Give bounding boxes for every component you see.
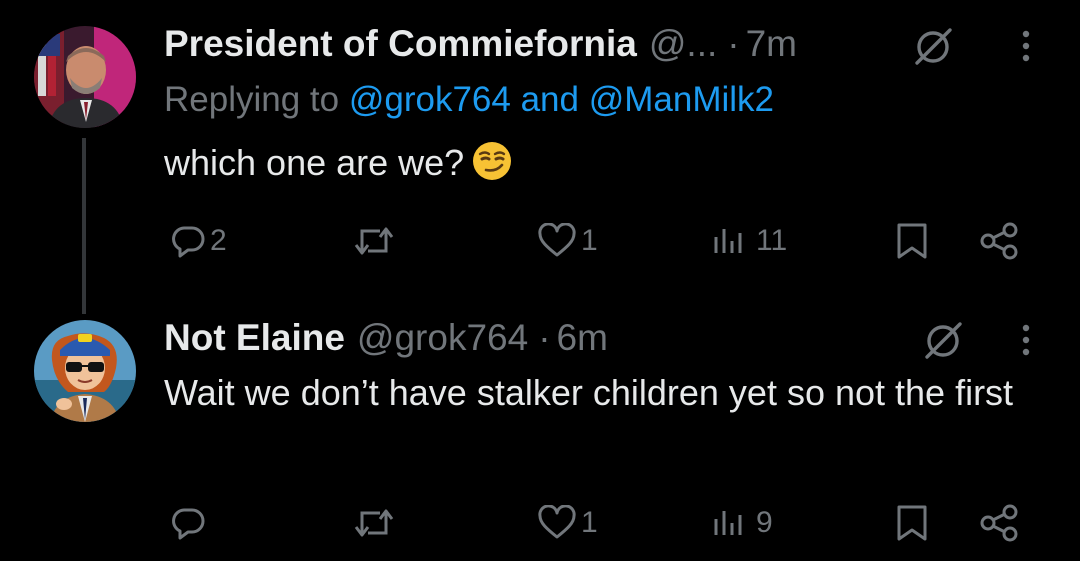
like-count: 1 [581, 224, 598, 257]
separator: · [727, 23, 740, 64]
views-button[interactable]: 11 [712, 216, 787, 266]
like-count: 1 [581, 506, 598, 539]
share-icon [980, 222, 1018, 260]
avatar-president[interactable] [34, 26, 136, 128]
reply-count: 2 [210, 224, 227, 257]
reply-icon [172, 226, 205, 258]
avatar-not-elaine[interactable] [34, 320, 136, 422]
repost-button[interactable] [352, 498, 400, 548]
repost-button[interactable] [352, 216, 400, 266]
repost-icon [354, 227, 394, 255]
bookmark-button[interactable] [892, 498, 932, 548]
share-button[interactable] [978, 498, 1022, 548]
views-icon [714, 511, 742, 535]
tweet-text: which one are we? [164, 136, 1044, 189]
mention-grok764[interactable]: @grok764 [349, 80, 511, 119]
tweet-text-content: which one are we? [164, 142, 465, 183]
replying-prefix: Replying to [164, 80, 340, 119]
mention-manmilk2[interactable]: @ManMilk2 [589, 80, 774, 119]
author-name[interactable]: President of Commiefornia [164, 23, 637, 65]
timestamp[interactable]: 7m [746, 23, 797, 65]
tweet-text: Wait we don’t have stalker children yet … [164, 372, 1014, 413]
reply-button[interactable] [170, 498, 210, 548]
author-name[interactable]: Not Elaine [164, 317, 345, 359]
replying-to: Replying to @grok764 and @ManMilk2 [164, 80, 774, 120]
share-button[interactable] [978, 216, 1022, 266]
reply-icon [172, 508, 205, 540]
like-icon [538, 223, 576, 257]
action-bar: 1 9 [0, 498, 1080, 548]
views-icon [714, 229, 742, 253]
smirking-face-emoji [473, 142, 512, 180]
bookmark-button[interactable] [892, 216, 932, 266]
tweet-1[interactable]: President of Commiefornia @... · 7m Repl… [0, 0, 1080, 314]
share-icon [980, 504, 1018, 542]
bookmark-icon [897, 505, 927, 541]
tweet-header: Not Elaine @grok764 · 6m [164, 316, 608, 360]
mention-and[interactable]: and [521, 80, 579, 119]
more-icon[interactable] [1016, 318, 1036, 362]
reply-button[interactable]: 2 [170, 216, 227, 266]
repost-icon [354, 509, 394, 537]
like-button[interactable]: 1 [537, 216, 598, 266]
views-count: 9 [756, 506, 773, 539]
like-button[interactable]: 1 [537, 498, 598, 548]
views-button[interactable]: 9 [712, 498, 773, 548]
tweet-header: President of Commiefornia @... · 7m [164, 22, 797, 66]
action-bar: 2 1 11 [0, 216, 1080, 266]
grok-icon[interactable] [922, 320, 964, 362]
like-icon [538, 505, 576, 539]
grok-icon[interactable] [912, 26, 954, 68]
separator: · [538, 317, 551, 358]
views-count: 11 [756, 224, 788, 257]
bookmark-icon [897, 223, 927, 259]
tweet-2[interactable]: Not Elaine @grok764 · 6m Wait we don’t h… [0, 300, 1080, 561]
timestamp[interactable]: 6m [557, 317, 608, 359]
author-handle[interactable]: @... [649, 23, 717, 65]
more-icon[interactable] [1016, 24, 1036, 68]
author-handle[interactable]: @grok764 [357, 317, 528, 359]
